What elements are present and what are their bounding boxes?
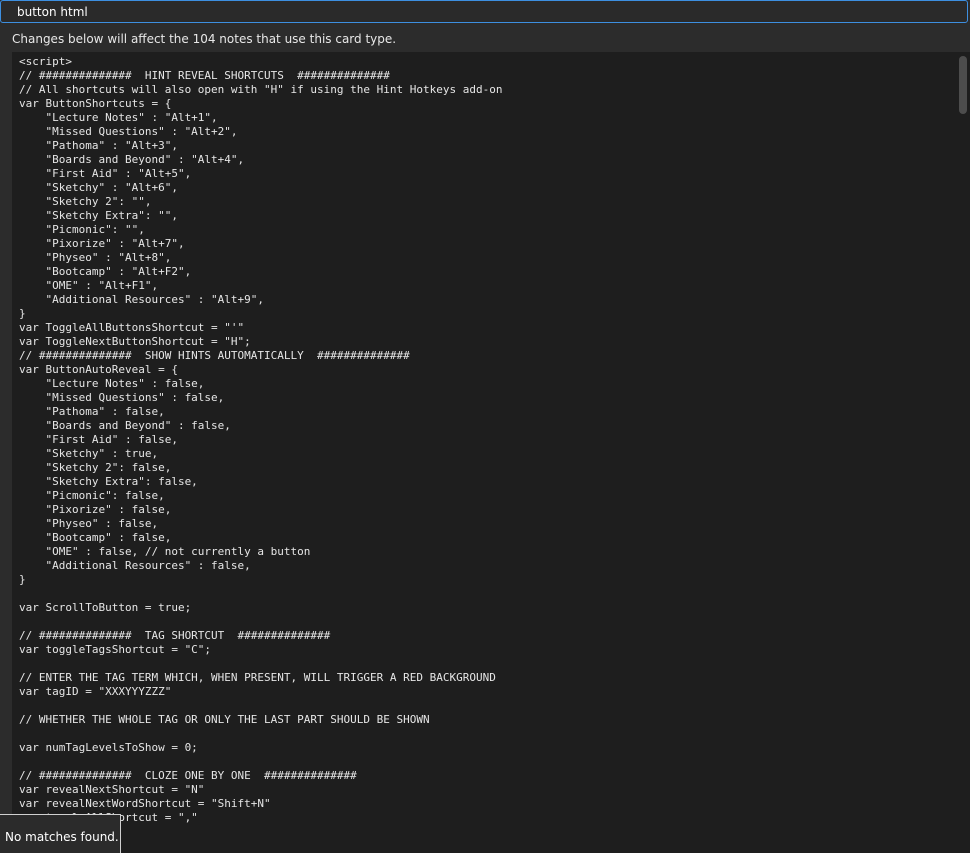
code-line: // ############## HINT REVEAL SHORTCUTS …	[19, 69, 390, 82]
code-line: "Additional Resources" : false,	[19, 559, 251, 572]
code-line: }	[19, 573, 26, 586]
code-line: "Sketchy" : true,	[19, 447, 159, 460]
code-line: "Missed Questions" : false,	[19, 391, 225, 404]
scrollbar-thumb[interactable]	[959, 56, 967, 114]
code-line: // ############## CLOZE ONE BY ONE #####…	[19, 769, 357, 782]
code-line: "Sketchy 2": "",	[19, 195, 152, 208]
code-line: "Sketchy Extra": "",	[19, 209, 178, 222]
code-line: "First Aid" : "Alt+5",	[19, 167, 192, 180]
code-line: "Additional Resources" : "Alt+9",	[19, 293, 265, 306]
code-line: "Lecture Notes" : "Alt+1",	[19, 111, 218, 124]
no-matches-popup: No matches found.	[0, 814, 121, 853]
code-line: "Bootcamp" : "Alt+F2",	[19, 265, 192, 278]
code-line: "Sketchy Extra": false,	[19, 475, 198, 488]
code-line: "Pathoma" : "Alt+3",	[19, 139, 178, 152]
code-line: var numTagLevelsToShow = 0;	[19, 741, 198, 754]
code-line: "Pixorize" : "Alt+7",	[19, 237, 185, 250]
code-line: var toggleTagsShortcut = "C";	[19, 643, 212, 656]
code-line: "Boards and Beyond" : false,	[19, 419, 231, 432]
code-line: var revealNextWordShortcut = "Shift+N"	[19, 797, 271, 810]
code-text[interactable]: <script>// ############## HINT REVEAL SH…	[19, 55, 502, 839]
code-line: var ScrollToButton = true;	[19, 601, 192, 614]
code-line: <script>	[19, 55, 72, 68]
code-line: "Picmonic": "",	[19, 223, 145, 236]
code-line: "Bootcamp" : false,	[19, 531, 172, 544]
code-line: "Sketchy" : "Alt+6",	[19, 181, 178, 194]
code-line: "Physeo" : "Alt+8",	[19, 251, 172, 264]
code-line: var tagID = "XXXYYYZZZ"	[19, 685, 172, 698]
code-line: // ############## SHOW HINTS AUTOMATICAL…	[19, 349, 410, 362]
vertical-scrollbar[interactable]	[956, 52, 970, 853]
code-line: "Missed Questions" : "Alt+2",	[19, 125, 238, 138]
code-line: // ENTER THE TAG TERM WHICH, WHEN PRESEN…	[19, 671, 496, 684]
code-line: "Physeo" : false,	[19, 517, 159, 530]
code-line: var revealNextShortcut = "N"	[19, 783, 205, 796]
code-line: // WHETHER THE WHOLE TAG OR ONLY THE LAS…	[19, 713, 430, 726]
code-line: "Picmonic": false,	[19, 489, 165, 502]
code-line: "Pathoma" : false,	[19, 405, 165, 418]
code-editor[interactable]: <script>// ############## HINT REVEAL SH…	[12, 52, 970, 853]
info-label: Changes below will affect the 104 notes …	[12, 32, 397, 46]
code-line: var ButtonShortcuts = {	[19, 97, 172, 110]
code-line: "Lecture Notes" : false,	[19, 377, 205, 390]
search-input[interactable]	[0, 0, 968, 23]
code-line: var ToggleAllButtonsShortcut = "'"	[19, 321, 245, 334]
code-line: "Pixorize" : false,	[19, 503, 172, 516]
code-line: "Boards and Beyond" : "Alt+4",	[19, 153, 245, 166]
card-template-editor-window: Changes below will affect the 104 notes …	[0, 0, 970, 853]
code-line: // All shortcuts will also open with "H"…	[19, 83, 503, 96]
code-line: var ToggleNextButtonShortcut = "H";	[19, 335, 251, 348]
code-line: "First Aid" : false,	[19, 433, 178, 446]
code-line: "OME" : false, // not currently a button	[19, 545, 311, 558]
code-line: "OME" : "Alt+F1",	[19, 279, 159, 292]
code-line: "Sketchy 2": false,	[19, 461, 172, 474]
code-line: // ############## TAG SHORTCUT #########…	[19, 629, 331, 642]
code-line: var ButtonAutoReveal = {	[19, 363, 178, 376]
code-line: }	[19, 307, 26, 320]
